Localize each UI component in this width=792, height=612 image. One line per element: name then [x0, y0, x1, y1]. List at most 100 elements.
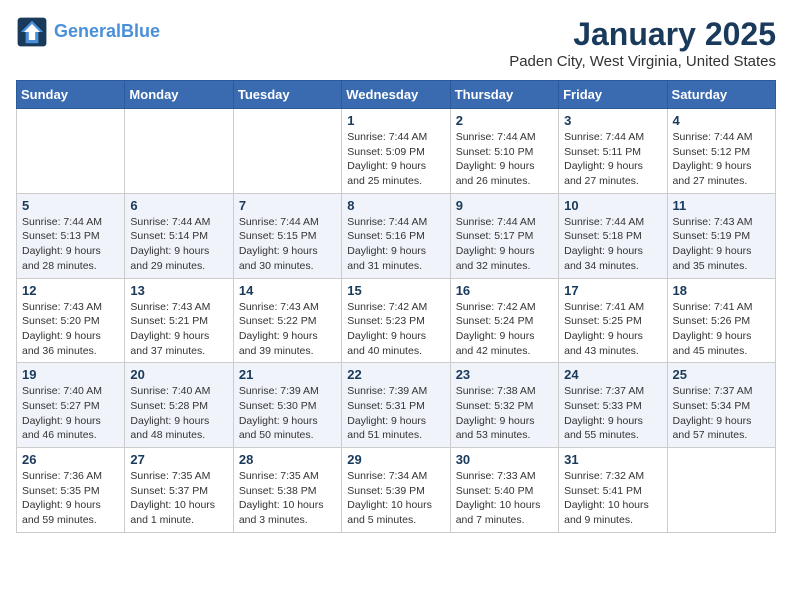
- calendar-cell: 30 Sunrise: 7:33 AM Sunset: 5:40 PM Dayli…: [450, 448, 558, 533]
- day-info: Sunrise: 7:33 AM Sunset: 5:40 PM Dayligh…: [456, 469, 553, 528]
- calendar-cell: 9Sunrise: 7:44 AM Sunset: 5:17 PM Daylig…: [450, 193, 558, 278]
- calendar-week-row: 12 Sunrise: 7:43 AM Sunset: 5:20 PM Dayli…: [17, 278, 776, 363]
- day-number: 8: [347, 198, 444, 213]
- day-info: Sunrise: 7:35 AM Sunset: 5:37 PM Dayligh…: [130, 469, 227, 528]
- weekday-header-thursday: Thursday: [450, 81, 558, 109]
- day-info: Sunrise: 7:44 AM Sunset: 5:11 PM Dayligh…: [564, 130, 661, 189]
- day-number: 9: [456, 198, 553, 213]
- day-info: Sunrise: 7:39 AM Sunset: 5:31 PM Dayligh…: [347, 384, 444, 443]
- day-info: Sunrise: 7:43 AM Sunset: 5:21 PM Dayligh…: [130, 300, 227, 359]
- day-number: 31: [564, 452, 661, 467]
- calendar-cell: [125, 109, 233, 194]
- calendar-cell: 19Sunrise: 7:40 AM Sunset: 5:27 PM Dayli…: [17, 363, 125, 448]
- calendar-cell: 20Sunrise: 7:40 AM Sunset: 5:28 PM Dayli…: [125, 363, 233, 448]
- day-info: Sunrise: 7:40 AM Sunset: 5:27 PM Dayligh…: [22, 384, 119, 443]
- calendar-cell: [17, 109, 125, 194]
- calendar-week-row: 5 Sunrise: 7:44 AM Sunset: 5:13 PM Daylig…: [17, 193, 776, 278]
- calendar-cell: 24Sunrise: 7:37 AM Sunset: 5:33 PM Dayli…: [559, 363, 667, 448]
- day-number: 27: [130, 452, 227, 467]
- calendar-cell: 1 Sunrise: 7:44 AM Sunset: 5:09 PM Daylig…: [342, 109, 450, 194]
- day-info: Sunrise: 7:38 AM Sunset: 5:32 PM Dayligh…: [456, 384, 553, 443]
- calendar-cell: 25 Sunrise: 7:37 AM Sunset: 5:34 PM Dayli…: [667, 363, 775, 448]
- calendar-subtitle: Paden City, West Virginia, United States: [509, 53, 776, 70]
- calendar-cell: 29 Sunrise: 7:34 AM Sunset: 5:39 PM Dayli…: [342, 448, 450, 533]
- day-number: 21: [239, 367, 336, 382]
- day-number: 30: [456, 452, 553, 467]
- calendar-table: SundayMondayTuesdayWednesdayThursdayFrid…: [16, 80, 776, 533]
- weekday-header-saturday: Saturday: [667, 81, 775, 109]
- calendar-cell: 28Sunrise: 7:35 AM Sunset: 5:38 PM Dayli…: [233, 448, 341, 533]
- day-info: Sunrise: 7:43 AM Sunset: 5:19 PM Dayligh…: [673, 215, 770, 274]
- calendar-cell: 27 Sunrise: 7:35 AM Sunset: 5:37 PM Dayli…: [125, 448, 233, 533]
- day-number: 16: [456, 283, 553, 298]
- day-info: Sunrise: 7:41 AM Sunset: 5:26 PM Dayligh…: [673, 300, 770, 359]
- calendar-week-row: 19Sunrise: 7:40 AM Sunset: 5:27 PM Dayli…: [17, 363, 776, 448]
- day-number: 13: [130, 283, 227, 298]
- logo-line1: General: [54, 21, 121, 41]
- calendar-cell: [667, 448, 775, 533]
- day-info: Sunrise: 7:44 AM Sunset: 5:14 PM Dayligh…: [130, 215, 227, 274]
- calendar-cell: 10 Sunrise: 7:44 AM Sunset: 5:18 PM Dayli…: [559, 193, 667, 278]
- day-info: Sunrise: 7:43 AM Sunset: 5:22 PM Dayligh…: [239, 300, 336, 359]
- day-number: 6: [130, 198, 227, 213]
- calendar-cell: 14Sunrise: 7:43 AM Sunset: 5:22 PM Dayli…: [233, 278, 341, 363]
- day-info: Sunrise: 7:39 AM Sunset: 5:30 PM Dayligh…: [239, 384, 336, 443]
- day-info: Sunrise: 7:44 AM Sunset: 5:10 PM Dayligh…: [456, 130, 553, 189]
- day-info: Sunrise: 7:44 AM Sunset: 5:13 PM Dayligh…: [22, 215, 119, 274]
- day-number: 17: [564, 283, 661, 298]
- day-number: 29: [347, 452, 444, 467]
- calendar-body: 1 Sunrise: 7:44 AM Sunset: 5:09 PM Daylig…: [17, 109, 776, 533]
- day-number: 12: [22, 283, 119, 298]
- day-number: 10: [564, 198, 661, 213]
- day-info: Sunrise: 7:37 AM Sunset: 5:34 PM Dayligh…: [673, 384, 770, 443]
- weekday-header-sunday: Sunday: [17, 81, 125, 109]
- day-info: Sunrise: 7:34 AM Sunset: 5:39 PM Dayligh…: [347, 469, 444, 528]
- calendar-cell: 21 Sunrise: 7:39 AM Sunset: 5:30 PM Dayli…: [233, 363, 341, 448]
- calendar-cell: 3Sunrise: 7:44 AM Sunset: 5:11 PM Daylig…: [559, 109, 667, 194]
- weekday-header-monday: Monday: [125, 81, 233, 109]
- calendar-week-row: 26 Sunrise: 7:36 AM Sunset: 5:35 PM Dayli…: [17, 448, 776, 533]
- page-header: GeneralBlue January 2025 Paden City, Wes…: [16, 16, 776, 70]
- calendar-cell: 5 Sunrise: 7:44 AM Sunset: 5:13 PM Daylig…: [17, 193, 125, 278]
- day-info: Sunrise: 7:32 AM Sunset: 5:41 PM Dayligh…: [564, 469, 661, 528]
- logo: GeneralBlue: [16, 16, 160, 48]
- calendar-cell: 15 Sunrise: 7:42 AM Sunset: 5:23 PM Dayli…: [342, 278, 450, 363]
- calendar-cell: 18 Sunrise: 7:41 AM Sunset: 5:26 PM Dayli…: [667, 278, 775, 363]
- day-number: 7: [239, 198, 336, 213]
- weekday-header-tuesday: Tuesday: [233, 81, 341, 109]
- calendar-week-row: 1 Sunrise: 7:44 AM Sunset: 5:09 PM Daylig…: [17, 109, 776, 194]
- calendar-title: January 2025: [509, 16, 776, 53]
- day-number: 5: [22, 198, 119, 213]
- day-info: Sunrise: 7:44 AM Sunset: 5:09 PM Dayligh…: [347, 130, 444, 189]
- day-number: 28: [239, 452, 336, 467]
- calendar-cell: 23 Sunrise: 7:38 AM Sunset: 5:32 PM Dayli…: [450, 363, 558, 448]
- calendar-cell: 22 Sunrise: 7:39 AM Sunset: 5:31 PM Dayli…: [342, 363, 450, 448]
- day-number: 11: [673, 198, 770, 213]
- day-number: 23: [456, 367, 553, 382]
- calendar-cell: 4Sunrise: 7:44 AM Sunset: 5:12 PM Daylig…: [667, 109, 775, 194]
- day-number: 22: [347, 367, 444, 382]
- day-info: Sunrise: 7:44 AM Sunset: 5:12 PM Dayligh…: [673, 130, 770, 189]
- calendar-cell: 13 Sunrise: 7:43 AM Sunset: 5:21 PM Dayli…: [125, 278, 233, 363]
- day-info: Sunrise: 7:42 AM Sunset: 5:24 PM Dayligh…: [456, 300, 553, 359]
- calendar-cell: 11 Sunrise: 7:43 AM Sunset: 5:19 PM Dayli…: [667, 193, 775, 278]
- calendar-cell: 12 Sunrise: 7:43 AM Sunset: 5:20 PM Dayli…: [17, 278, 125, 363]
- day-info: Sunrise: 7:42 AM Sunset: 5:23 PM Dayligh…: [347, 300, 444, 359]
- day-info: Sunrise: 7:43 AM Sunset: 5:20 PM Dayligh…: [22, 300, 119, 359]
- weekday-header-wednesday: Wednesday: [342, 81, 450, 109]
- day-info: Sunrise: 7:37 AM Sunset: 5:33 PM Dayligh…: [564, 384, 661, 443]
- day-number: 15: [347, 283, 444, 298]
- calendar-cell: 17Sunrise: 7:41 AM Sunset: 5:25 PM Dayli…: [559, 278, 667, 363]
- weekday-header-friday: Friday: [559, 81, 667, 109]
- day-info: Sunrise: 7:40 AM Sunset: 5:28 PM Dayligh…: [130, 384, 227, 443]
- logo-icon: [16, 16, 48, 48]
- day-number: 26: [22, 452, 119, 467]
- day-number: 1: [347, 113, 444, 128]
- weekday-header-row: SundayMondayTuesdayWednesdayThursdayFrid…: [17, 81, 776, 109]
- day-info: Sunrise: 7:36 AM Sunset: 5:35 PM Dayligh…: [22, 469, 119, 528]
- title-block: January 2025 Paden City, West Virginia, …: [509, 16, 776, 70]
- day-number: 18: [673, 283, 770, 298]
- day-info: Sunrise: 7:44 AM Sunset: 5:18 PM Dayligh…: [564, 215, 661, 274]
- day-number: 25: [673, 367, 770, 382]
- calendar-cell: 6 Sunrise: 7:44 AM Sunset: 5:14 PM Daylig…: [125, 193, 233, 278]
